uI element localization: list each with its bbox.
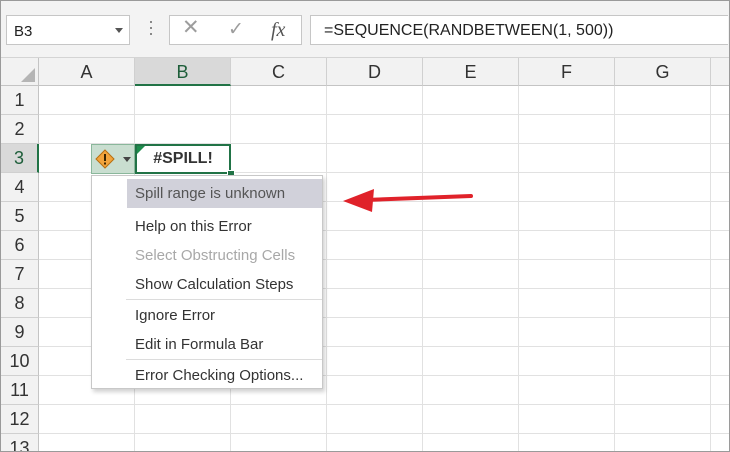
- row-header-10[interactable]: 10: [1, 347, 39, 376]
- formula-bar: B3 ✕ ✓ fx =SEQUENCE(RANDBETWEEN(1, 500)): [1, 1, 729, 58]
- row-header-5[interactable]: 5: [1, 202, 39, 231]
- select-all-button[interactable]: [1, 58, 39, 86]
- warning-icon: [95, 149, 115, 169]
- name-box-value: B3: [14, 23, 33, 40]
- excel-window: B3 ✕ ✓ fx =SEQUENCE(RANDBETWEEN(1, 500))…: [0, 0, 730, 452]
- name-box[interactable]: B3: [6, 15, 130, 45]
- active-cell-b3[interactable]: #SPILL!: [135, 144, 231, 174]
- menu-item-edit-in-formula-bar[interactable]: Edit in Formula Bar: [127, 330, 322, 359]
- insert-function-icon[interactable]: fx: [271, 19, 285, 41]
- column-header-b[interactable]: B: [135, 58, 231, 86]
- error-smart-tag-button[interactable]: [91, 144, 135, 174]
- cancel-icon[interactable]: ✕: [182, 17, 200, 39]
- menu-item-select-obstructing-cells: Select Obstructing Cells: [135, 247, 296, 264]
- enter-icon[interactable]: ✓: [228, 19, 244, 41]
- formula-input[interactable]: =SEQUENCE(RANDBETWEEN(1, 500)): [310, 15, 728, 45]
- row-header-2[interactable]: 2: [1, 115, 39, 144]
- menu-item-ignore-error[interactable]: Ignore Error: [127, 301, 322, 330]
- row-header-1[interactable]: 1: [1, 86, 39, 115]
- gridline: [39, 114, 729, 115]
- row-header-13[interactable]: 13: [1, 434, 39, 451]
- column-header-h[interactable]: [711, 58, 729, 86]
- column-header-g[interactable]: G: [615, 58, 711, 86]
- menu-item-show-calculation-steps[interactable]: Show Calculation Steps: [127, 270, 322, 299]
- gridline: [614, 86, 615, 451]
- gridline: [422, 86, 423, 451]
- menu-item-help-on-error[interactable]: Help on this Error: [127, 212, 322, 241]
- row-header-4[interactable]: 4: [1, 173, 39, 202]
- column-header-d[interactable]: D: [327, 58, 423, 86]
- gridline: [710, 86, 711, 451]
- cell-value: #SPILL!: [153, 150, 213, 167]
- formula-text: =SEQUENCE(RANDBETWEEN(1, 500)): [324, 22, 614, 39]
- resize-handle-icon[interactable]: [150, 21, 153, 39]
- menu-separator: [126, 299, 322, 300]
- gridline: [39, 433, 729, 434]
- gridline: [326, 86, 327, 451]
- menu-header: Spill range is unknown: [127, 179, 322, 208]
- red-arrow-icon: [343, 189, 473, 212]
- menu-separator: [126, 359, 322, 360]
- chevron-down-icon[interactable]: [115, 28, 123, 33]
- gridline: [39, 404, 729, 405]
- gridline: [518, 86, 519, 451]
- chevron-down-icon[interactable]: [123, 157, 131, 162]
- row-header-8[interactable]: 8: [1, 289, 39, 318]
- error-options-menu: Spill range is unknown Help on this Erro…: [91, 175, 323, 389]
- column-header-a[interactable]: A: [39, 58, 135, 86]
- column-header-c[interactable]: C: [231, 58, 327, 86]
- column-header-f[interactable]: F: [519, 58, 615, 86]
- row-header-11[interactable]: 11: [1, 376, 39, 405]
- formula-buttons: ✕ ✓ fx: [169, 15, 302, 45]
- row-header-3[interactable]: 3: [1, 144, 39, 173]
- column-header-e[interactable]: E: [423, 58, 519, 86]
- row-header-9[interactable]: 9: [1, 318, 39, 347]
- row-header-12[interactable]: 12: [1, 405, 39, 434]
- row-header-6[interactable]: 6: [1, 231, 39, 260]
- menu-item-error-checking-options[interactable]: Error Checking Options...: [127, 361, 322, 390]
- row-header-7[interactable]: 7: [1, 260, 39, 289]
